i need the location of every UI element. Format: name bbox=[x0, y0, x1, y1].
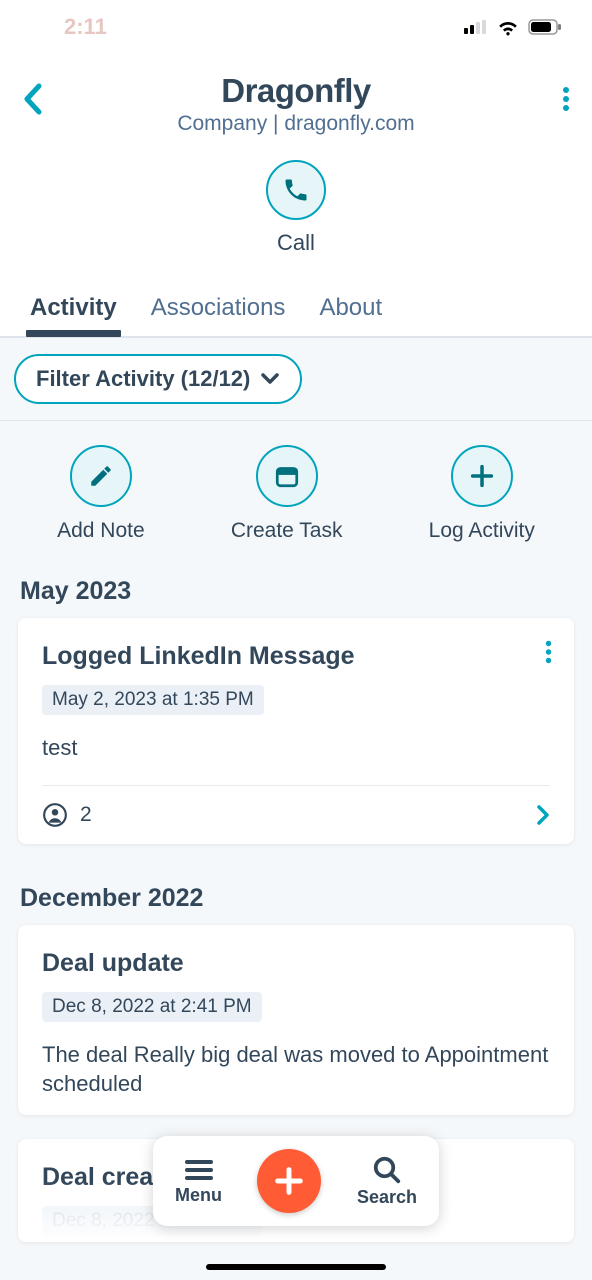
menu-label: Menu bbox=[175, 1185, 222, 1206]
chevron-right-icon bbox=[536, 804, 550, 826]
section-heading: December 2022 bbox=[0, 868, 592, 925]
call-label: Call bbox=[277, 230, 315, 256]
battery-icon bbox=[528, 19, 562, 35]
card-timestamp: Dec 8, 2022 at 2:41 PM bbox=[42, 992, 262, 1022]
record-header: Dragonfly Company | dragonfly.com Call bbox=[0, 54, 592, 256]
add-note-button[interactable]: Add Note bbox=[57, 445, 145, 543]
log-activity-button[interactable]: Log Activity bbox=[429, 445, 535, 543]
phone-icon bbox=[282, 176, 310, 204]
tab-activity[interactable]: Activity bbox=[30, 284, 117, 336]
call-button[interactable] bbox=[266, 160, 326, 220]
create-task-button[interactable]: Create Task bbox=[231, 445, 343, 543]
bottom-dock: Menu Search bbox=[153, 1136, 439, 1226]
card-title: Deal update bbox=[42, 949, 550, 978]
company-subtitle: Company | dragonfly.com bbox=[16, 112, 576, 136]
status-icons bbox=[464, 18, 562, 36]
create-button[interactable] bbox=[257, 1149, 321, 1213]
wifi-icon bbox=[496, 18, 520, 36]
section-heading: May 2023 bbox=[0, 561, 592, 618]
search-button[interactable]: Search bbox=[357, 1155, 417, 1208]
kebab-icon bbox=[545, 640, 552, 664]
status-time: 2:11 bbox=[64, 14, 107, 40]
filter-label: Filter Activity (12/12) bbox=[36, 366, 250, 392]
search-label: Search bbox=[357, 1187, 417, 1208]
plus-icon bbox=[468, 462, 496, 490]
chevron-down-icon bbox=[260, 372, 280, 386]
contacts-icon bbox=[42, 802, 68, 828]
card-title: Logged LinkedIn Message bbox=[42, 642, 550, 671]
quick-actions: Add Note Create Task Log Activity bbox=[0, 421, 592, 561]
filter-activity-button[interactable]: Filter Activity (12/12) bbox=[14, 354, 302, 404]
company-name: Dragonfly bbox=[16, 72, 576, 110]
card-timestamp: May 2, 2023 at 1:35 PM bbox=[42, 685, 264, 715]
card-overflow-button[interactable] bbox=[545, 640, 552, 664]
add-note-label: Add Note bbox=[57, 519, 145, 543]
associations-count[interactable]: 2 bbox=[42, 802, 92, 828]
status-bar: 2:11 bbox=[0, 0, 592, 54]
menu-button[interactable]: Menu bbox=[175, 1157, 222, 1206]
kebab-icon bbox=[562, 86, 570, 112]
create-task-label: Create Task bbox=[231, 519, 343, 543]
tabs: Activity Associations About bbox=[0, 284, 592, 337]
log-activity-label: Log Activity bbox=[429, 519, 535, 543]
plus-icon bbox=[272, 1164, 306, 1198]
card-body: The deal Really big deal was moved to Ap… bbox=[42, 1040, 550, 1099]
overflow-button[interactable] bbox=[562, 86, 570, 112]
calendar-icon bbox=[274, 463, 300, 489]
activity-card[interactable]: Deal update Dec 8, 2022 at 2:41 PM The d… bbox=[18, 925, 574, 1115]
back-button[interactable] bbox=[22, 82, 44, 116]
activity-card[interactable]: Logged LinkedIn Message May 2, 2023 at 1… bbox=[18, 618, 574, 844]
pencil-icon bbox=[88, 463, 114, 489]
card-body: test bbox=[42, 733, 550, 763]
filter-bar: Filter Activity (12/12) bbox=[0, 337, 592, 421]
tab-about[interactable]: About bbox=[319, 284, 382, 336]
search-icon bbox=[372, 1155, 402, 1185]
tab-associations[interactable]: Associations bbox=[151, 284, 286, 336]
menu-icon bbox=[183, 1157, 215, 1183]
home-indicator bbox=[206, 1264, 386, 1270]
cellular-icon bbox=[464, 20, 488, 34]
chevron-left-icon bbox=[22, 82, 44, 116]
card-footer: 2 bbox=[42, 785, 550, 828]
